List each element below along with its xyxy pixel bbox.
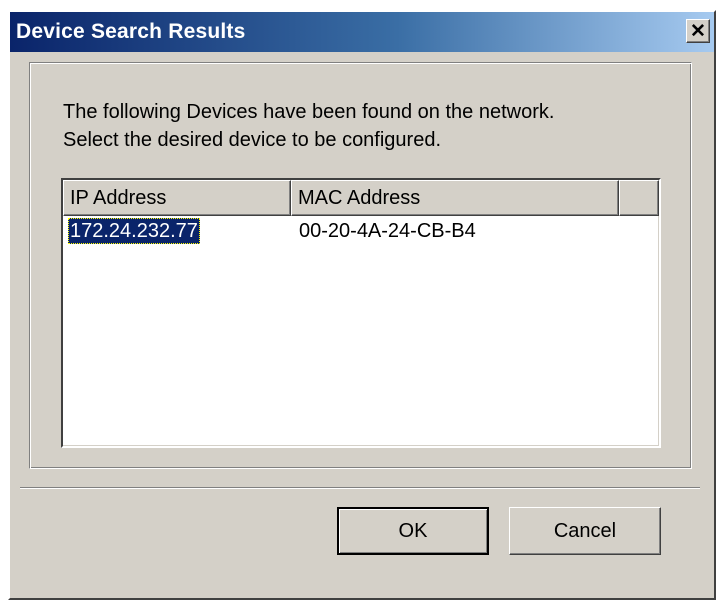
close-button[interactable]: ✕ [686, 19, 710, 43]
device-mac-cell[interactable]: 00-20-4A-24-CB-B4 [299, 218, 476, 244]
close-icon: ✕ [690, 20, 706, 42]
button-separator [20, 487, 700, 489]
list-header: IP Address MAC Address [63, 180, 659, 216]
column-header-ip-address[interactable]: IP Address [63, 180, 291, 216]
instruction-line-1: The following Devices have been found on… [63, 101, 555, 123]
device-row[interactable]: 172.24.232.77 00-20-4A-24-CB-B4 [63, 218, 659, 244]
instruction-line-2: Select the desired device to be configur… [63, 129, 442, 151]
title-bar[interactable]: Device Search Results ✕ [10, 12, 714, 52]
device-ip-cell[interactable]: 172.24.232.77 [68, 218, 200, 244]
device-list[interactable]: IP Address MAC Address 172.24.232.77 00-… [61, 178, 661, 448]
column-header-mac-address[interactable]: MAC Address [291, 180, 619, 216]
instruction-text: The following Devices have been found on… [63, 98, 554, 154]
column-header-filler [619, 180, 659, 216]
dialog-title: Device Search Results [16, 20, 246, 43]
cancel-button[interactable]: Cancel [509, 507, 661, 555]
ok-button[interactable]: OK [337, 507, 489, 555]
